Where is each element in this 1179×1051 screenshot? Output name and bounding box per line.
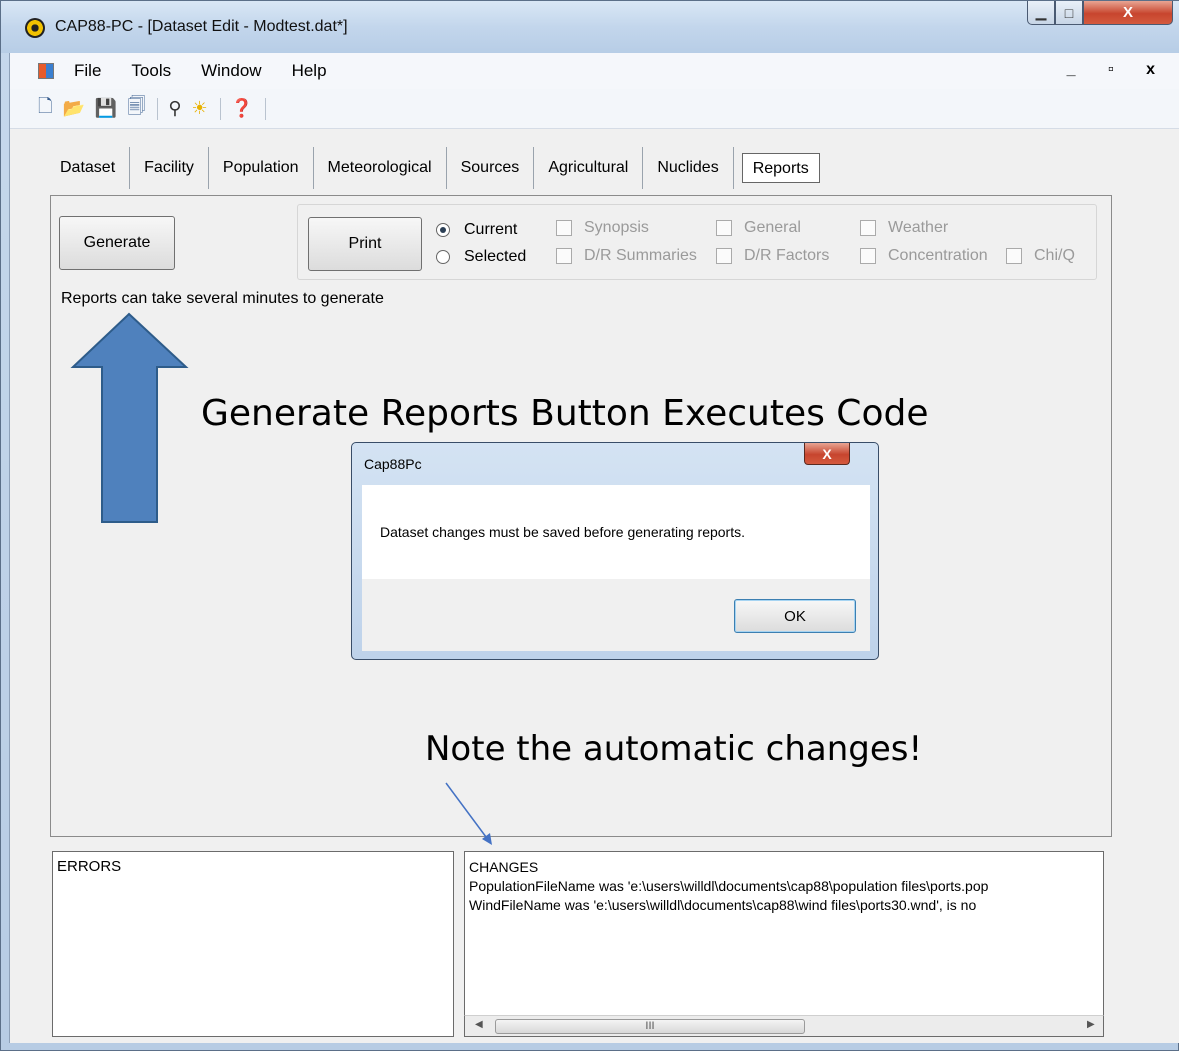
checkbox-synopsis-label: Synopsis (584, 219, 649, 236)
menu-bar: File Tools Window Help _ ▫ x (10, 53, 1179, 89)
checkbox-synopsis[interactable]: Synopsis (556, 219, 649, 237)
help-icon[interactable]: ❓ (231, 98, 253, 119)
radio-current-label: Current (464, 221, 518, 238)
checkbox-dr-summaries[interactable]: D/R Summaries (556, 247, 697, 265)
checkbox-general-label: General (744, 219, 801, 236)
tab-dataset[interactable]: Dataset (46, 147, 131, 189)
new-file-icon[interactable]: 🗋 (38, 94, 52, 124)
checkbox-general[interactable]: General (716, 219, 801, 237)
dialog-close-button[interactable]: X (804, 443, 850, 465)
document-icon[interactable] (38, 63, 54, 79)
checkbox-box (556, 248, 572, 264)
dialog-title: Cap88Pc (364, 456, 422, 472)
checkbox-concentration[interactable]: Concentration (860, 247, 988, 265)
radiation-icon (25, 18, 45, 38)
radio-dot (436, 223, 450, 237)
change-line: PopulationFileName was 'e:\users\willdl\… (469, 878, 989, 894)
checkbox-box (860, 220, 876, 236)
checkbox-dr-factors[interactable]: D/R Factors (716, 247, 829, 265)
tab-reports[interactable]: Reports (741, 153, 820, 183)
checkbox-box (716, 248, 732, 264)
dialog-message: Dataset changes must be saved before gen… (380, 524, 745, 540)
errors-label: ERRORS (57, 858, 122, 875)
scrollbar-thumb[interactable]: III (495, 1019, 805, 1034)
toolbar-separator (265, 97, 267, 120)
tab-nuclides[interactable]: Nuclides (643, 147, 734, 189)
dialog-body: Dataset changes must be saved before gen… (362, 485, 870, 579)
radio-selected[interactable]: Selected (436, 248, 526, 266)
menu-help[interactable]: Help (292, 61, 327, 81)
maximize-button[interactable]: □ (1055, 1, 1083, 25)
report-options-group: Print Current Selected Synopsis General (297, 204, 1097, 280)
checkbox-dr-factors-label: D/R Factors (744, 247, 830, 264)
minimize-button[interactable]: ▁ (1027, 1, 1055, 25)
checkbox-dr-summaries-label: D/R Summaries (584, 247, 697, 264)
change-line: WindFileName was 'e:\users\willdl\docume… (469, 897, 977, 913)
radio-current[interactable]: Current (436, 221, 517, 239)
changes-horizontal-scrollbar[interactable]: ◀ III ▶ (464, 1015, 1104, 1037)
errors-box[interactable]: ERRORS (52, 851, 454, 1037)
main-window: CAP88-PC - [Dataset Edit - Modtest.dat*]… (0, 0, 1179, 1051)
checkbox-weather-label: Weather (888, 219, 949, 236)
weather-icon[interactable]: ☀ (192, 98, 208, 119)
checkbox-box (556, 220, 572, 236)
callout-changes: Note the automatic changes! (425, 729, 923, 769)
checkbox-concentration-label: Concentration (888, 247, 988, 264)
menu-window[interactable]: Window (201, 61, 261, 81)
toolbar-separator (157, 97, 159, 120)
ok-button[interactable]: OK (734, 599, 856, 633)
generate-button[interactable]: Generate (59, 216, 175, 270)
scroll-left-arrow-icon[interactable]: ◀ (475, 1019, 483, 1030)
toolbar-separator (219, 97, 221, 120)
message-dialog: Cap88Pc X Dataset changes must be saved … (351, 442, 879, 660)
open-folder-icon[interactable]: 📂 (62, 98, 84, 119)
generate-note: Reports can take several minutes to gene… (61, 290, 384, 307)
tab-agricultural[interactable]: Agricultural (534, 147, 644, 189)
changes-label: CHANGES (469, 859, 539, 875)
callout-generate: Generate Reports Button Executes Code (201, 393, 929, 434)
checkbox-chiq-label: Chi/Q (1034, 247, 1075, 264)
dialog-footer: OK (362, 579, 870, 651)
mdi-controls[interactable]: _ ▫ x (1067, 61, 1169, 79)
tab-meteorological[interactable]: Meteorological (314, 147, 447, 189)
title-bar[interactable]: CAP88-PC - [Dataset Edit - Modtest.dat*]… (1, 1, 1179, 53)
print-button[interactable]: Print (308, 217, 422, 271)
changes-box[interactable]: CHANGES PopulationFileName was 'e:\users… (464, 851, 1104, 1037)
radio-dot (436, 250, 450, 264)
binoculars-icon[interactable]: ⚲ (168, 98, 181, 119)
tab-strip: Dataset Facility Population Meteorologic… (10, 147, 820, 189)
scroll-right-arrow-icon[interactable]: ▶ (1087, 1019, 1095, 1030)
checkbox-box (1006, 248, 1022, 264)
close-button[interactable]: X (1083, 1, 1173, 25)
tab-facility[interactable]: Facility (130, 147, 209, 189)
checkbox-box (860, 248, 876, 264)
checkbox-box (716, 220, 732, 236)
checkbox-chiq[interactable]: Chi/Q (1006, 247, 1075, 265)
tab-population[interactable]: Population (209, 147, 314, 189)
menu-tools[interactable]: Tools (131, 61, 171, 81)
checkbox-weather[interactable]: Weather (860, 219, 948, 237)
save-icon[interactable]: 💾 (95, 98, 117, 119)
menu-file[interactable]: File (74, 61, 101, 81)
tab-sources[interactable]: Sources (447, 147, 535, 189)
save-as-icon[interactable]: 🗐 (127, 94, 145, 124)
toolbar: 🗋 📂 💾 🗐 ⚲ ☀ ❓ (10, 89, 1179, 129)
radio-selected-label: Selected (464, 248, 527, 265)
window-title: CAP88-PC - [Dataset Edit - Modtest.dat*] (55, 18, 348, 35)
